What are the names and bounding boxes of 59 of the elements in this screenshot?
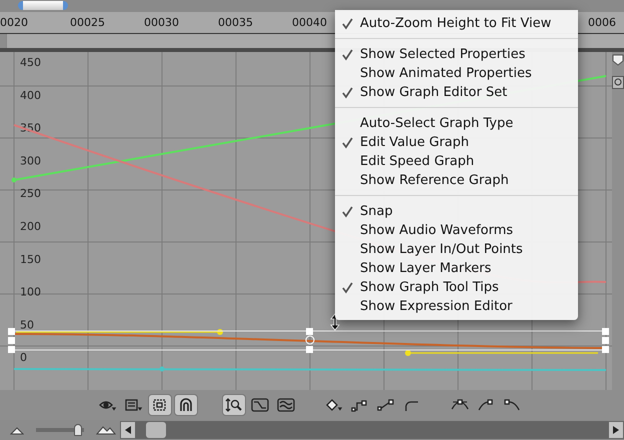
y-axis-label: 450 bbox=[20, 56, 41, 69]
left-arrow-icon bbox=[124, 425, 132, 435]
ease-out-icon bbox=[503, 398, 521, 412]
small-mountain-icon[interactable] bbox=[10, 425, 24, 435]
y-axis-label: 50 bbox=[20, 318, 34, 332]
ruler-label: 0006 bbox=[588, 16, 616, 29]
menu-item[interactable]: Show Graph Tool Tips bbox=[335, 278, 578, 297]
menu-item[interactable]: Edit Value Graph bbox=[335, 133, 578, 152]
wave-icon bbox=[277, 398, 295, 412]
y-axis-label: 0 bbox=[20, 351, 27, 364]
ruler-label: 00035 bbox=[218, 16, 253, 29]
ease-in-icon bbox=[477, 398, 495, 412]
magnet-icon bbox=[177, 398, 195, 412]
navigator-thumb[interactable] bbox=[18, 1, 68, 10]
transform-box[interactable] bbox=[8, 328, 609, 353]
bezier-handle[interactable] bbox=[405, 350, 598, 356]
bezier-handle[interactable] bbox=[16, 329, 223, 335]
menu-item[interactable]: Edit Speed Graph bbox=[335, 152, 578, 171]
scroll-left-button[interactable] bbox=[120, 421, 136, 439]
graph-icon bbox=[251, 398, 269, 412]
frame-button[interactable] bbox=[148, 394, 172, 416]
y-axis-label: 200 bbox=[20, 220, 41, 233]
zoom-button[interactable] bbox=[222, 394, 246, 416]
menu-item[interactable]: Show Graph Editor Set bbox=[335, 83, 578, 102]
menu-item[interactable]: Show Audio Waveforms bbox=[335, 221, 578, 240]
y-axis-label: 250 bbox=[20, 187, 41, 200]
scroll-right-button[interactable] bbox=[608, 421, 624, 439]
zoom-icon bbox=[225, 398, 243, 412]
menu-item[interactable]: Show Expression Editor bbox=[335, 297, 578, 316]
y-axis-label: 300 bbox=[20, 154, 41, 168]
y-axis-label: 400 bbox=[20, 88, 41, 102]
step-icon bbox=[351, 398, 369, 412]
y-axis-label: 150 bbox=[20, 252, 41, 266]
scrollbar-thumb[interactable] bbox=[146, 422, 166, 438]
menu-item[interactable]: Snap bbox=[335, 202, 578, 221]
ruler-label: 00025 bbox=[70, 16, 105, 29]
linear-icon bbox=[377, 398, 395, 412]
menu-item[interactable]: Show Layer Markers bbox=[335, 259, 578, 278]
horizontal-scrollbar[interactable] bbox=[136, 421, 608, 439]
ruler-label: 00040 bbox=[292, 16, 327, 29]
ruler-label: 0020 bbox=[0, 16, 28, 29]
keyframe-dot[interactable] bbox=[12, 178, 16, 182]
ease-icon bbox=[451, 398, 469, 412]
menu-item[interactable]: Show Reference Graph bbox=[335, 171, 578, 190]
snap-button[interactable] bbox=[174, 394, 198, 416]
large-mountain-icon[interactable] bbox=[96, 425, 116, 435]
menu-item[interactable]: Show Layer In/Out Points bbox=[335, 240, 578, 259]
right-arrow-icon bbox=[612, 425, 620, 435]
graph-toggle-icon[interactable] bbox=[612, 76, 624, 90]
keyframe-dot[interactable] bbox=[160, 366, 164, 372]
menu-item[interactable]: Auto-Select Graph Type bbox=[335, 114, 578, 133]
y-axis-label: 100 bbox=[20, 286, 41, 299]
diamond-icon bbox=[325, 398, 343, 412]
menu-item[interactable]: Show Animated Properties bbox=[335, 64, 578, 83]
menu-item[interactable]: Show Selected Properties bbox=[335, 45, 578, 64]
menu-item[interactable]: Auto-Zoom Height to Fit View bbox=[335, 14, 578, 33]
list-icon bbox=[125, 398, 143, 412]
ruler-label: 00030 bbox=[144, 16, 179, 29]
zoom-slider-thumb[interactable] bbox=[74, 424, 82, 436]
